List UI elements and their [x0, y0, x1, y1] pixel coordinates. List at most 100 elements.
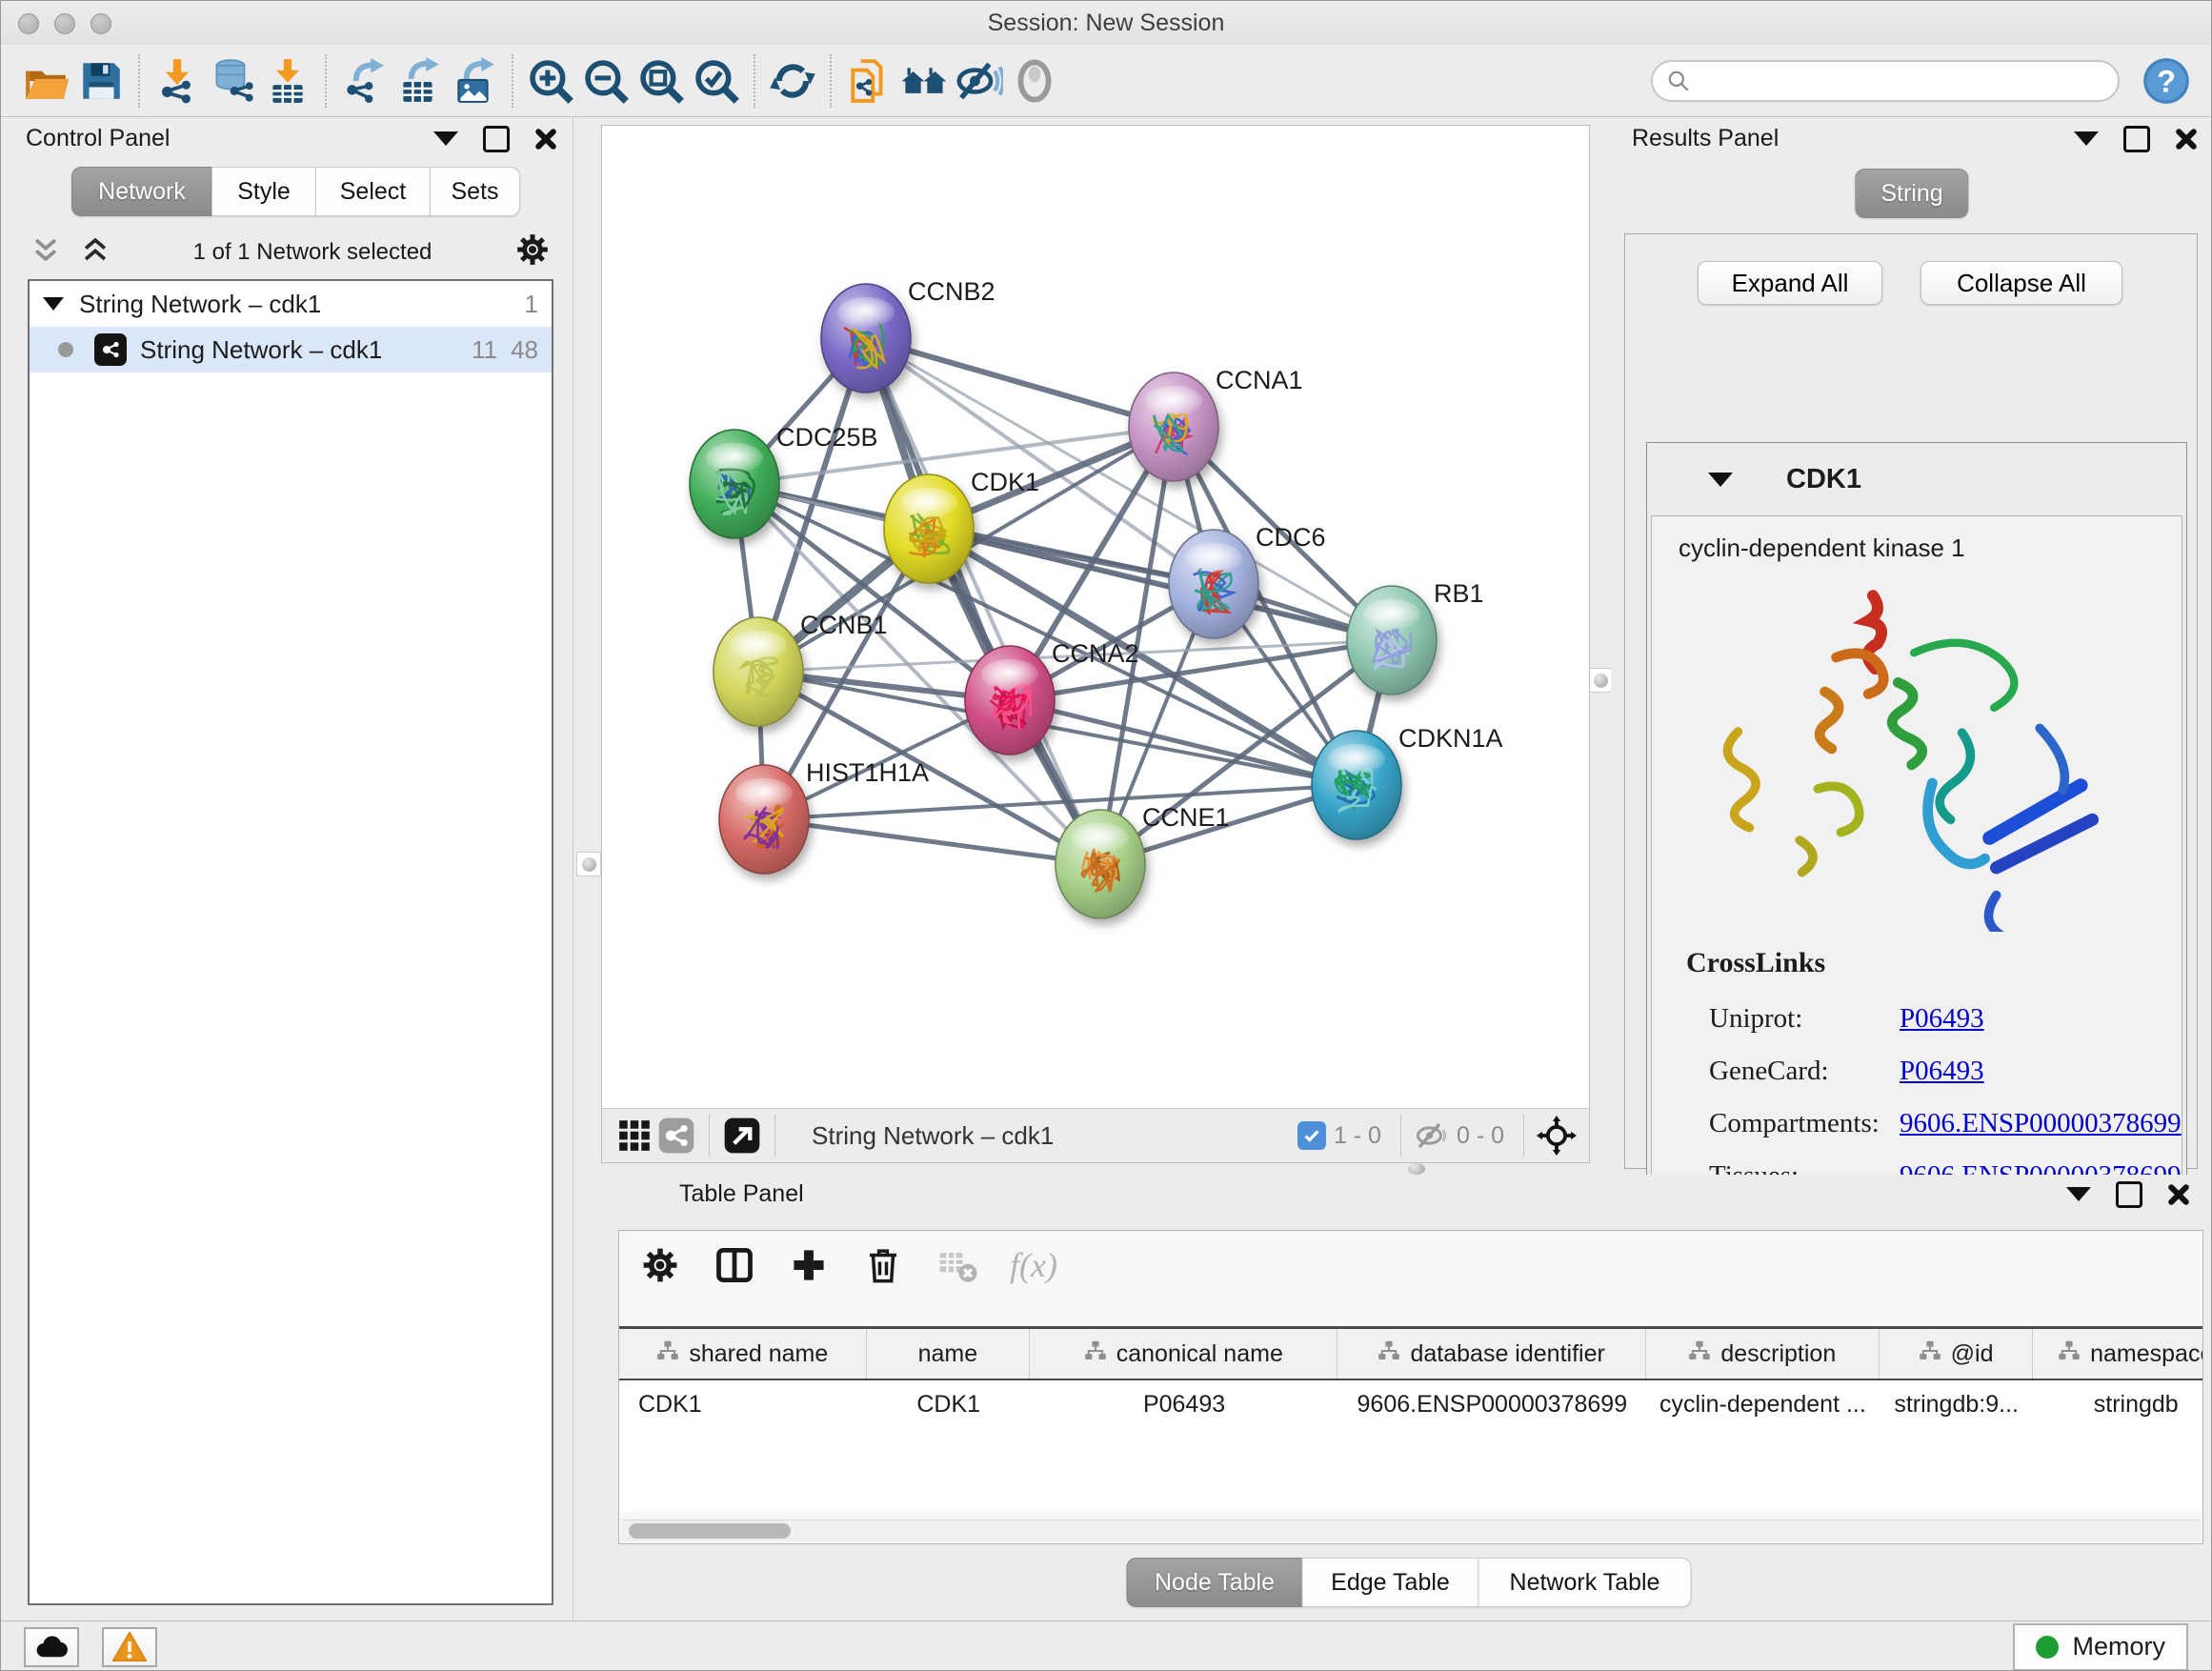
- pan-crosshair-icon[interactable]: [1536, 1115, 1578, 1157]
- panel-menu-icon[interactable]: [2074, 131, 2099, 146]
- column-header-database-identifier[interactable]: database identifier: [1337, 1329, 1645, 1379]
- first-neighbors-button[interactable]: [896, 52, 952, 110]
- cloud-button[interactable]: [24, 1627, 79, 1667]
- tab-string[interactable]: String: [1855, 169, 1968, 218]
- table-cell[interactable]: CDK1: [867, 1380, 1030, 1428]
- export-network-button[interactable]: [336, 52, 392, 110]
- zoom-out-button[interactable]: [578, 52, 633, 110]
- close-panel-icon[interactable]: [2167, 1183, 2190, 1206]
- bottom-splitter-handle[interactable]: [1403, 1162, 1430, 1176]
- crosslink-value-link[interactable]: 9606.ENSP00000378699: [1900, 1108, 2182, 1139]
- network-collection-row[interactable]: String Network – cdk1 1: [30, 281, 552, 327]
- left-splitter-handle[interactable]: [576, 852, 601, 876]
- memory-button[interactable]: Memory: [2013, 1623, 2188, 1671]
- tab-network[interactable]: Network: [71, 167, 212, 216]
- column-header-description[interactable]: description: [1646, 1329, 1880, 1379]
- network-node-CDKN1A[interactable]: [1312, 731, 1401, 839]
- panel-menu-icon[interactable]: [2066, 1187, 2091, 1201]
- network-node-CCNB2[interactable]: [821, 284, 911, 393]
- export-table-button[interactable]: [392, 52, 447, 110]
- tab-select[interactable]: Select: [315, 167, 431, 216]
- network-node-CCNA2[interactable]: [965, 646, 1055, 755]
- table-cell[interactable]: P06493: [1030, 1380, 1337, 1428]
- network-edge-CCNB2-CCNA1[interactable]: [866, 338, 1174, 427]
- close-panel-icon[interactable]: [2175, 128, 2198, 151]
- network-graph[interactable]: CCNB2CCNA1CDC25BCDK1CDC6RB1CCNB1CCNA2CDK…: [602, 126, 1589, 1108]
- float-panel-icon[interactable]: [2116, 1181, 2142, 1208]
- network-node-CCNA1[interactable]: [1129, 372, 1218, 481]
- column-header-name[interactable]: name: [867, 1329, 1030, 1379]
- crosslink-value-link[interactable]: P06493: [1900, 1056, 1984, 1087]
- protein-section-header[interactable]: CDK1: [1647, 443, 2186, 515]
- column-header--id[interactable]: @id: [1880, 1329, 2034, 1379]
- zoom-fit-button[interactable]: [633, 52, 689, 110]
- tab-sets[interactable]: Sets: [430, 167, 520, 216]
- show-all-button[interactable]: [1007, 52, 1062, 110]
- save-session-button[interactable]: [73, 52, 129, 110]
- zoom-in-button[interactable]: [523, 52, 578, 110]
- search-field[interactable]: [1651, 60, 2120, 102]
- collapse-collection-icon[interactable]: [43, 297, 64, 311]
- float-panel-icon[interactable]: [483, 126, 510, 152]
- search-input[interactable]: [1691, 67, 2104, 95]
- table-cell[interactable]: stringdb: [2033, 1380, 2203, 1428]
- table-cell[interactable]: CDK1: [619, 1380, 867, 1428]
- network-node-RB1[interactable]: [1347, 586, 1437, 695]
- scrollbar-thumb[interactable]: [629, 1523, 791, 1539]
- table-row[interactable]: CDK1CDK1P064939606.ENSP00000378699cyclin…: [619, 1380, 2203, 1428]
- hide-selected-button[interactable]: [952, 52, 1007, 110]
- import-network-database-button[interactable]: [205, 52, 260, 110]
- network-node-CDK1[interactable]: [884, 474, 974, 583]
- collapse-section-icon[interactable]: [1708, 473, 1733, 487]
- table-cell[interactable]: stringdb:9...: [1880, 1380, 2034, 1428]
- network-edge-HIST1H1A-CCNE1[interactable]: [764, 819, 1100, 864]
- birds-eye-view-icon[interactable]: [721, 1115, 763, 1157]
- refresh-button[interactable]: [765, 52, 820, 110]
- network-options-gear-icon[interactable]: [513, 231, 552, 275]
- network-node-CDC6[interactable]: [1169, 530, 1258, 638]
- add-column-icon[interactable]: [787, 1243, 831, 1287]
- collapse-all-button[interactable]: Collapse All: [1920, 261, 2122, 305]
- zoom-selected-button[interactable]: [689, 52, 744, 110]
- crosslink-value-link[interactable]: P06493: [1900, 1003, 1984, 1035]
- network-view-canvas[interactable]: CCNB2CCNA1CDC25BCDK1CDC6RB1CCNB1CCNA2CDK…: [601, 125, 1590, 1163]
- column-header-canonical-name[interactable]: canonical name: [1030, 1329, 1337, 1379]
- table-options-gear-icon[interactable]: [638, 1243, 682, 1287]
- panel-menu-icon[interactable]: [433, 131, 458, 146]
- delete-column-icon[interactable]: [861, 1243, 905, 1287]
- open-session-button[interactable]: [18, 52, 73, 110]
- help-button[interactable]: ?: [2139, 53, 2194, 109]
- network-node-CCNB1[interactable]: [714, 617, 803, 726]
- show-all-icon: [1011, 57, 1058, 105]
- tab-node-table[interactable]: Node Table: [1127, 1558, 1303, 1607]
- right-splitter-handle[interactable]: [1588, 668, 1613, 693]
- expand-all-button[interactable]: Expand All: [1698, 261, 1882, 305]
- float-panel-icon[interactable]: [2123, 126, 2150, 152]
- network-share-icon[interactable]: [655, 1115, 697, 1157]
- collapse-all-tree-icon[interactable]: [30, 233, 62, 272]
- main-toolbar: ?: [1, 45, 2211, 117]
- show-columns-icon[interactable]: [713, 1243, 756, 1287]
- column-header-namespace[interactable]: namespace: [2033, 1329, 2203, 1379]
- selected-checkbox-icon[interactable]: [1297, 1121, 1326, 1150]
- close-panel-icon[interactable]: [534, 128, 557, 151]
- expand-all-tree-icon[interactable]: [79, 233, 111, 272]
- network-node-HIST1H1A[interactable]: [719, 765, 809, 874]
- network-view-title: String Network – cdk1: [812, 1121, 1054, 1151]
- network-row[interactable]: String Network – cdk1 11 48: [30, 327, 552, 372]
- network-node-CCNE1[interactable]: [1056, 810, 1145, 918]
- table-cell[interactable]: 9606.ENSP00000378699: [1338, 1380, 1646, 1428]
- grid-view-icon[interactable]: [613, 1115, 655, 1157]
- tab-style[interactable]: Style: [211, 167, 316, 216]
- tab-network-table[interactable]: Network Table: [1478, 1558, 1692, 1607]
- import-network-file-button[interactable]: [150, 52, 205, 110]
- network-node-CDC25B[interactable]: [690, 430, 779, 538]
- clone-network-button[interactable]: [841, 52, 896, 110]
- tab-edge-table[interactable]: Edge Table: [1302, 1558, 1479, 1607]
- table-cell[interactable]: cyclin-dependent ...: [1646, 1380, 1880, 1428]
- column-header-shared-name[interactable]: shared name: [619, 1329, 867, 1379]
- table-horizontal-scrollbar[interactable]: [621, 1520, 2201, 1541]
- import-table-button[interactable]: [260, 52, 315, 110]
- export-image-button[interactable]: [447, 52, 502, 110]
- warning-button[interactable]: [102, 1627, 157, 1667]
